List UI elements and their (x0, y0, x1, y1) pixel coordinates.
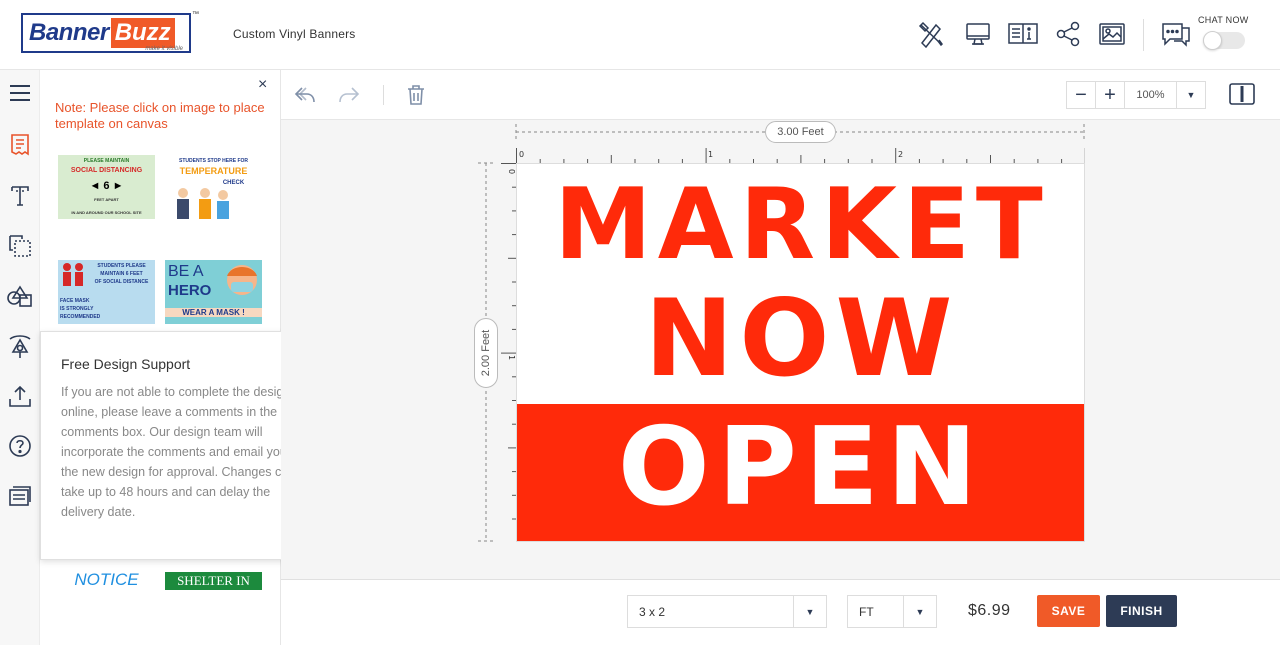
save-button[interactable]: SAVE (1037, 595, 1100, 627)
tool-rail (0, 70, 40, 645)
thumb-text: ◄ 6 ► (89, 180, 124, 192)
brand-tagline: make it visible (145, 46, 183, 52)
design-tools-icon[interactable] (917, 20, 945, 49)
help-icon[interactable] (7, 433, 33, 459)
redo-icon[interactable] (337, 83, 361, 107)
undo-icon[interactable] (293, 83, 317, 107)
unit-select[interactable]: FT ▼ (847, 595, 937, 628)
height-dimension-label: 2.00 Feet (474, 318, 498, 388)
thumb-text: SOCIAL DISTANCING (70, 167, 143, 174)
banner-text-market[interactable]: MARKET (517, 176, 1084, 274)
template-note: Note: Please click on image to place tem… (55, 100, 265, 131)
menu-icon[interactable] (7, 80, 33, 106)
design-support-popup: Free Design Support × If you are not abl… (40, 331, 310, 560)
toolbar-divider (383, 85, 384, 105)
templates-icon[interactable] (7, 132, 33, 158)
thumb-text: BE A (168, 263, 204, 280)
ruler-left-label: 1 (507, 355, 516, 360)
layers-icon[interactable] (7, 233, 33, 259)
image-icon[interactable] (1098, 20, 1126, 48)
comments-icon[interactable] (7, 483, 33, 509)
template-thumbnail[interactable]: STUDENTS STOP HERE FOR TEMPERATURE CHECK (165, 155, 262, 219)
thumb-text: STUDENTS PLEASE (97, 263, 146, 269)
header-divider (1143, 19, 1144, 51)
chat-toggle-knob (1203, 31, 1222, 50)
trademark-symbol: ™ (192, 11, 199, 18)
thumb-text: IN AND AROUND OUR SCHOOL SITE (71, 210, 142, 215)
thumb-text: RECOMMENDED (60, 314, 101, 320)
header: Banner Buzz make it visible ™ Custom Vin… (0, 0, 1280, 70)
ruler-top: 0 1 2 (516, 148, 1085, 163)
zoom-control: − + 100% ▼ (1066, 81, 1206, 109)
product-title: Custom Vinyl Banners (233, 27, 356, 41)
price-value: $6.99 (968, 602, 1011, 619)
zoom-out-button[interactable]: − (1067, 82, 1096, 108)
clipart-icon[interactable] (7, 333, 33, 359)
thumb-text: HERO (168, 282, 212, 299)
shapes-icon[interactable] (7, 283, 33, 309)
chat-toggle[interactable] (1203, 31, 1245, 50)
finish-button[interactable]: FINISH (1106, 595, 1177, 627)
people-illustration (63, 263, 83, 286)
people-illustration (177, 188, 229, 219)
chat-now-label: CHAT NOW (1198, 15, 1249, 25)
thumb-text: TEMPERATURE (179, 166, 248, 176)
upload-icon[interactable] (7, 383, 33, 409)
ruler-top-label: 2 (898, 150, 903, 159)
template-thumbnail[interactable]: BE A HERO WEAR A MASK ! (165, 260, 262, 324)
height-dimension-text: 2.00 Feet (480, 329, 492, 377)
popup-body: If you are not able to complete the desi… (61, 385, 296, 519)
share-icon[interactable] (1055, 20, 1083, 48)
editor-toolbar: − + 100% ▼ (281, 70, 1280, 120)
ruler-left: 0 1 (501, 163, 516, 520)
banner-text-now[interactable]: NOW (517, 286, 1084, 392)
size-select[interactable]: 3 x 2 ▼ (627, 595, 827, 628)
thumb-text: OF SOCIAL DISTANCE (94, 279, 149, 285)
design-canvas[interactable]: MARKET NOW OPEN (516, 163, 1085, 542)
thumb-text: FACE MASK (60, 298, 90, 304)
preview-book-icon[interactable] (1008, 20, 1038, 48)
trash-icon[interactable] (404, 83, 428, 107)
thumb-text: IS STRONGLY (60, 306, 94, 312)
chat-icon[interactable] (1160, 19, 1192, 49)
thumb-text: CHECK (222, 180, 245, 186)
panel-toggle-icon[interactable] (1228, 82, 1256, 106)
chevron-down-icon[interactable]: ▼ (793, 596, 826, 627)
ruler-left-label: 0 (507, 169, 516, 174)
brand-name-part1: Banner (29, 19, 109, 46)
thumb-text: NOTICE (74, 570, 139, 589)
thumb-text: WEAR A MASK ! (165, 308, 262, 317)
thumb-text: PLEASE MAINTAIN (83, 158, 130, 164)
ruler-top-label: 0 (519, 150, 524, 159)
thumb-text: SHELTER IN (177, 573, 250, 588)
zoom-in-button[interactable]: + (1096, 82, 1125, 108)
template-thumbnail[interactable]: NOTICE (58, 570, 155, 634)
thumb-text: STUDENTS STOP HERE FOR (179, 158, 248, 164)
banner-text-open[interactable]: OPEN (517, 414, 1084, 522)
text-icon[interactable] (7, 183, 33, 209)
zoom-dropdown-icon[interactable]: ▼ (1177, 82, 1205, 108)
ruler-top-label: 1 (708, 150, 713, 159)
desktop-icon[interactable] (964, 20, 992, 48)
thumb-text: FEET APART (94, 197, 119, 202)
template-thumbnail[interactable]: STUDENTS PLEASE MAINTAIN 6 FEET OF SOCIA… (58, 260, 155, 324)
thumb-text: MAINTAIN 6 FEET (100, 271, 143, 277)
unit-select-value: FT (859, 604, 874, 619)
size-select-value: 3 x 2 (639, 604, 666, 619)
brand-name-part2: Buzz (110, 18, 175, 48)
template-thumbnail[interactable]: PLEASE MAINTAIN SOCIAL DISTANCING ◄ 6 ► … (58, 155, 155, 219)
width-dimension-label: 3.00 Feet (765, 121, 836, 143)
zoom-value[interactable]: 100% (1125, 82, 1177, 108)
popup-title: Free Design Support (61, 356, 191, 372)
panel-close-button[interactable]: × (258, 76, 267, 94)
masked-face-illustration (227, 265, 257, 295)
template-thumbnail[interactable]: SHELTER IN (165, 572, 262, 590)
brand-logo[interactable]: Banner Buzz make it visible ™ (21, 11, 199, 53)
chevron-down-icon[interactable]: ▼ (903, 596, 936, 627)
